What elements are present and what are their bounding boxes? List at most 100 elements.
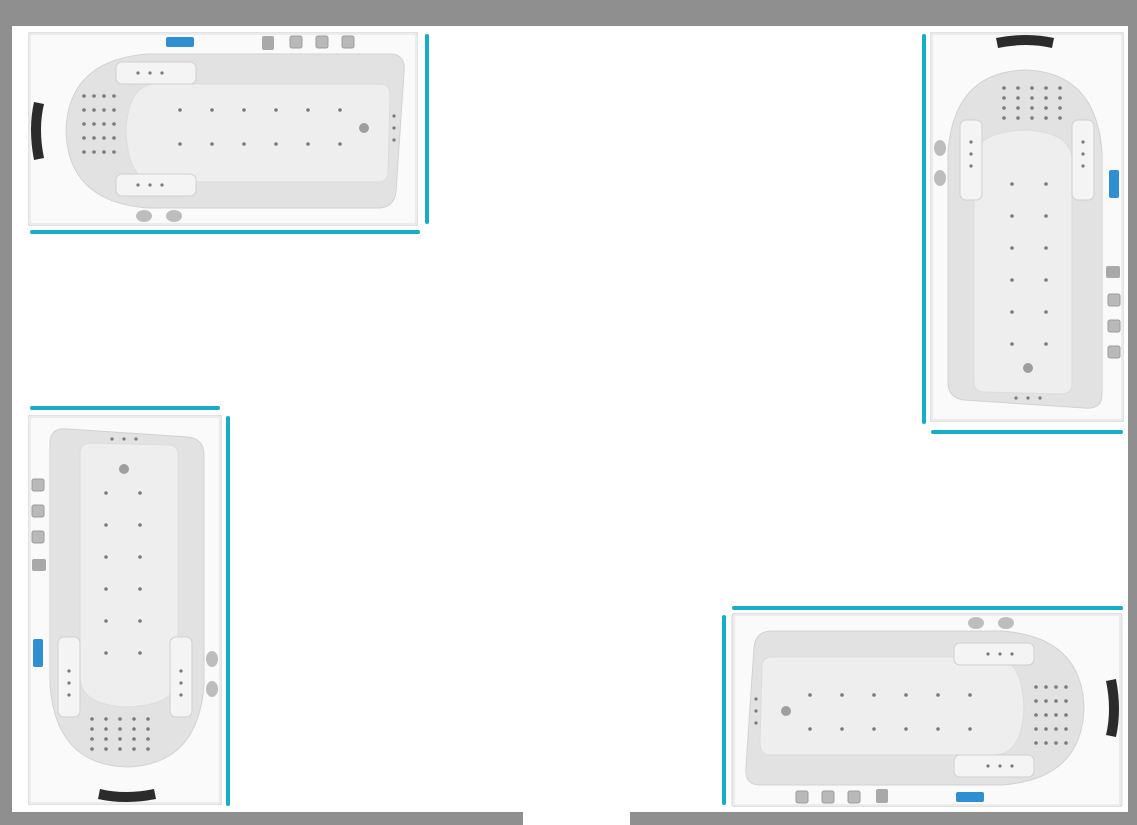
grab-handle-icon bbox=[136, 210, 152, 222]
hydromassage-jet-icon bbox=[1058, 86, 1062, 90]
hydromassage-jet-icon bbox=[1030, 96, 1034, 100]
hydromassage-jet-icon bbox=[306, 142, 310, 146]
armrest-bottom bbox=[115, 173, 197, 197]
hydromassage-jet-icon bbox=[1081, 164, 1085, 168]
hydromassage-jet-icon bbox=[1034, 741, 1038, 745]
hydromassage-jet-icon bbox=[90, 747, 94, 751]
hydromassage-jet-icon bbox=[1044, 741, 1048, 745]
valve-knob-icon bbox=[31, 504, 45, 518]
hydromassage-jet-icon bbox=[1081, 140, 1085, 144]
hydromassage-jet-icon bbox=[1002, 106, 1006, 110]
hydromassage-jet-icon bbox=[112, 108, 116, 112]
bathtub-bottom-left-drawing bbox=[28, 415, 222, 805]
hydromassage-jet-icon bbox=[146, 727, 150, 731]
hydromassage-jet-icon bbox=[1064, 727, 1068, 731]
hydromassage-jet-icon bbox=[104, 727, 108, 731]
hydromassage-jet-icon bbox=[146, 737, 150, 741]
hydromassage-jet-icon bbox=[808, 727, 812, 731]
hydromassage-jet-icon bbox=[1044, 685, 1048, 689]
hydromassage-jet-icon bbox=[90, 717, 94, 721]
hydromassage-jet-icon bbox=[104, 619, 108, 623]
hydromassage-jet-icon bbox=[872, 727, 876, 731]
hydromassage-jet-icon bbox=[118, 717, 122, 721]
hydromassage-jet-icon bbox=[1054, 699, 1058, 703]
hydromassage-jet-icon bbox=[968, 727, 972, 731]
armrest-bottom bbox=[959, 119, 983, 201]
control-panel-display-icon bbox=[33, 639, 43, 667]
hydromassage-jet-icon bbox=[138, 619, 142, 623]
hydromassage-jet-icon bbox=[1034, 685, 1038, 689]
armrest-top bbox=[57, 636, 81, 718]
hydromassage-jet-icon bbox=[274, 108, 278, 112]
hydromassage-jet-icon bbox=[808, 693, 812, 697]
control-panel-display-icon bbox=[956, 792, 984, 802]
hydromassage-jet-icon bbox=[102, 108, 106, 112]
hydromassage-jet-icon bbox=[1044, 713, 1048, 717]
drain-icon bbox=[119, 464, 129, 474]
hydromassage-jet-icon bbox=[338, 142, 342, 146]
wall-right bbox=[1128, 0, 1137, 825]
hydromassage-jet-icon bbox=[110, 437, 114, 441]
hydromassage-jet-icon bbox=[1010, 278, 1014, 282]
hydromassage-jet-icon bbox=[122, 437, 126, 441]
bathtub-top-left bbox=[28, 32, 418, 226]
hydromassage-jet-icon bbox=[1064, 699, 1068, 703]
hydromassage-jet-icon bbox=[998, 764, 1002, 768]
hydromassage-jet-icon bbox=[1044, 310, 1048, 314]
valve-knob-icon bbox=[821, 790, 835, 804]
hydromassage-jet-icon bbox=[242, 142, 246, 146]
hydromassage-jet-icon bbox=[1054, 741, 1058, 745]
hydromassage-jet-icon bbox=[132, 727, 136, 731]
hydromassage-jet-icon bbox=[82, 108, 86, 112]
hydromassage-jet-icon bbox=[210, 108, 214, 112]
hydromassage-jet-icon bbox=[112, 122, 116, 126]
hydromassage-jet-icon bbox=[1064, 685, 1068, 689]
bathtub-layout-diagram bbox=[0, 0, 1137, 825]
control-panel-display-icon bbox=[166, 37, 194, 47]
valve-knob-icon bbox=[289, 35, 303, 49]
hydromassage-jet-icon bbox=[1030, 86, 1034, 90]
hydromassage-jet-icon bbox=[1044, 116, 1048, 120]
hydromassage-jet-icon bbox=[1044, 106, 1048, 110]
tub-basin-floor bbox=[759, 656, 1025, 756]
hydromassage-jet-icon bbox=[136, 71, 140, 75]
hydromassage-jet-icon bbox=[102, 150, 106, 154]
hydromassage-jet-icon bbox=[986, 764, 990, 768]
hydromassage-jet-icon bbox=[1016, 116, 1020, 120]
hydromassage-jet-icon bbox=[1044, 182, 1048, 186]
hydromassage-jet-icon bbox=[968, 693, 972, 697]
drain-icon bbox=[781, 706, 791, 716]
armrest-bottom bbox=[169, 636, 193, 718]
hydromassage-jet-icon bbox=[104, 717, 108, 721]
tub-basin-floor bbox=[125, 83, 391, 183]
hydromassage-jet-icon bbox=[1054, 727, 1058, 731]
hydromassage-jet-icon bbox=[210, 142, 214, 146]
hydromassage-jet-icon bbox=[1038, 396, 1042, 400]
hydromassage-jet-icon bbox=[102, 122, 106, 126]
hydromassage-jet-icon bbox=[179, 669, 183, 673]
hydromassage-jet-icon bbox=[112, 150, 116, 154]
hydromassage-jet-icon bbox=[1058, 106, 1062, 110]
hydromassage-jet-icon bbox=[274, 142, 278, 146]
hydromassage-jet-icon bbox=[104, 587, 108, 591]
hydromassage-jet-icon bbox=[104, 737, 108, 741]
hydromassage-jet-icon bbox=[92, 122, 96, 126]
hydromassage-jet-icon bbox=[754, 709, 758, 713]
hydromassage-jet-icon bbox=[104, 747, 108, 751]
faucet-icon bbox=[876, 789, 888, 803]
hydromassage-jet-icon bbox=[1044, 699, 1048, 703]
wall-bottom-right-segment bbox=[630, 812, 1137, 825]
hydromassage-jet-icon bbox=[1002, 116, 1006, 120]
wall-left bbox=[0, 0, 12, 825]
hydromassage-jet-icon bbox=[82, 150, 86, 154]
hydromassage-jet-icon bbox=[92, 136, 96, 140]
hydromassage-jet-icon bbox=[82, 94, 86, 98]
hydromassage-jet-icon bbox=[1026, 396, 1030, 400]
hydromassage-jet-icon bbox=[92, 94, 96, 98]
edge-marker-bottom-left-right bbox=[226, 416, 230, 806]
valve-knob-icon bbox=[31, 478, 45, 492]
hydromassage-jet-icon bbox=[67, 693, 71, 697]
tub-basin-floor bbox=[79, 442, 179, 708]
bathtub-bottom-right-drawing bbox=[731, 613, 1123, 807]
hydromassage-jet-icon bbox=[1081, 152, 1085, 156]
